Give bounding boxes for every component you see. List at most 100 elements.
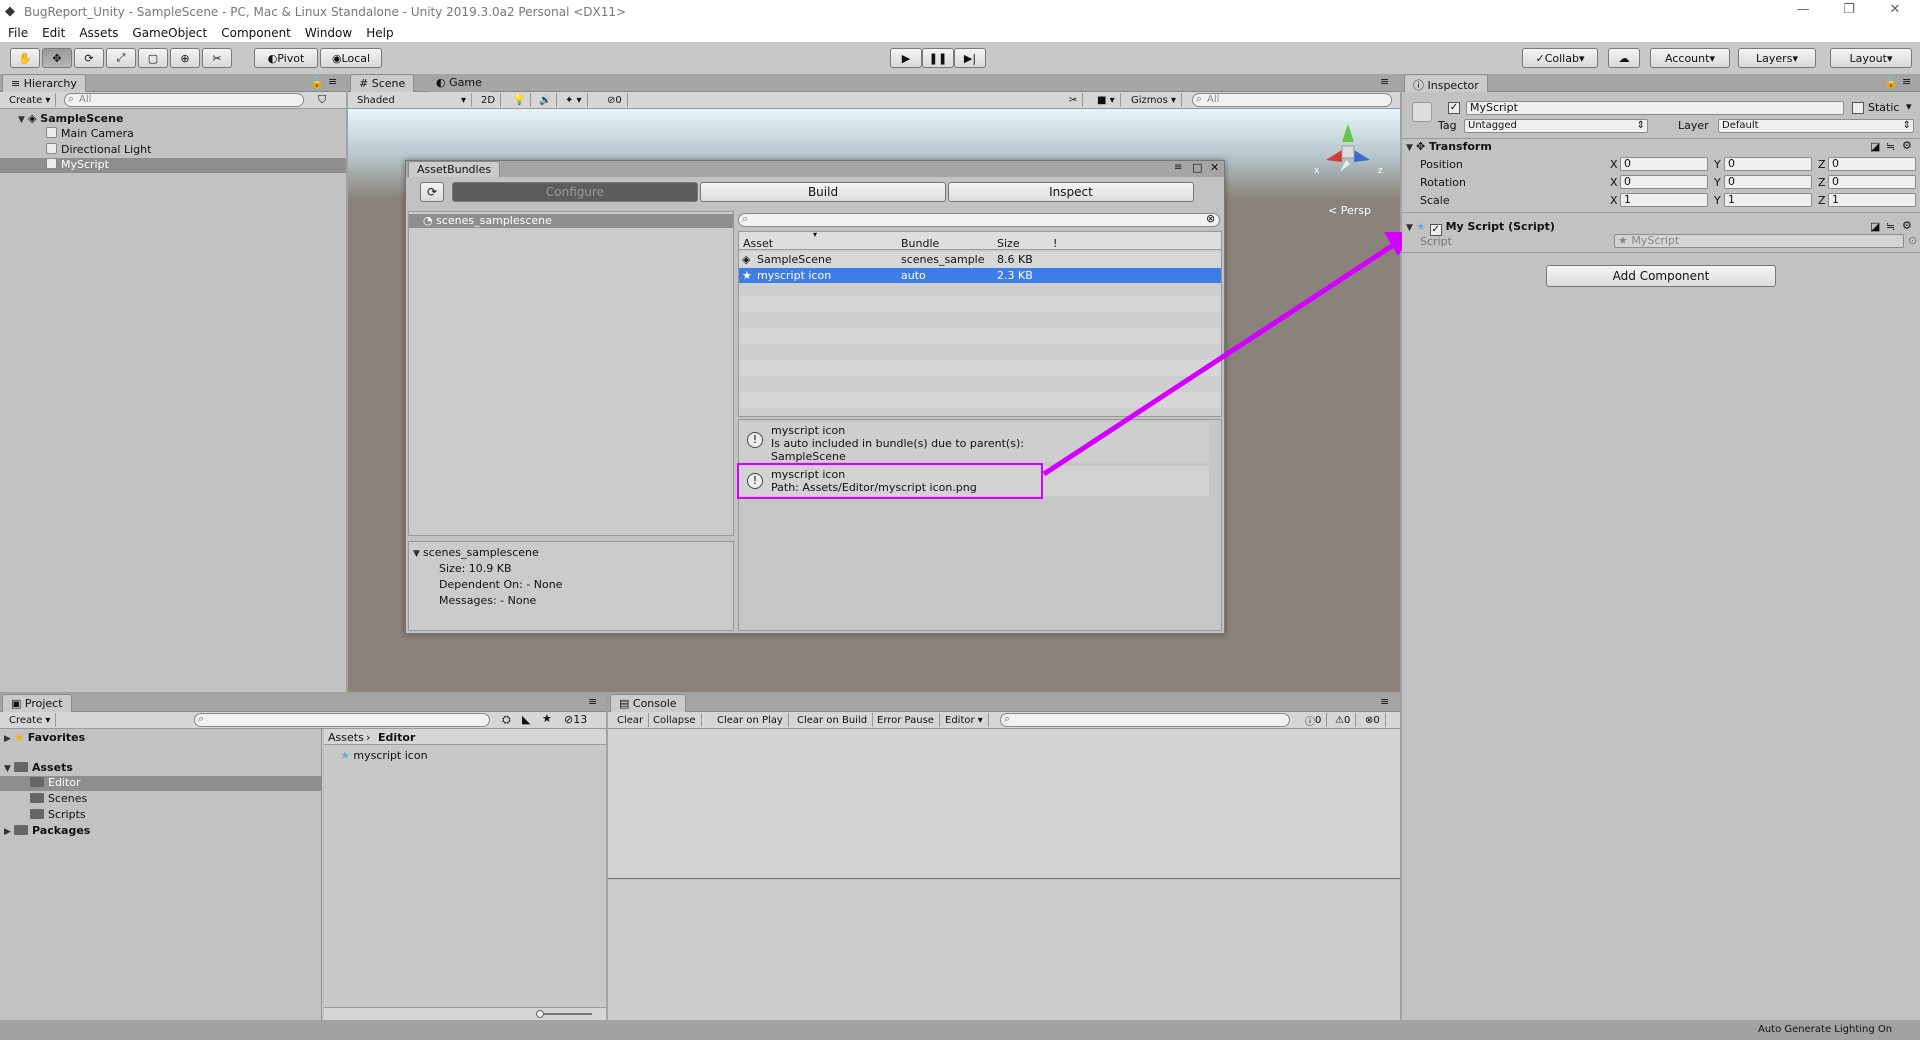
panel-menu-icon[interactable]: ≡ bbox=[588, 695, 597, 708]
project-search-input[interactable] bbox=[194, 712, 490, 727]
zoom-slider-thumb[interactable] bbox=[536, 1010, 544, 1018]
settings-gear-icon[interactable]: ⚙ bbox=[1902, 139, 1912, 152]
scale-x-input[interactable]: 1 bbox=[1620, 193, 1708, 207]
dropdown-arrow-icon[interactable]: ▾ bbox=[1906, 100, 1912, 113]
error-pause-button[interactable]: Error Pause bbox=[872, 713, 940, 727]
clear-on-build-button[interactable]: Clear on Build bbox=[792, 713, 874, 727]
position-z-input[interactable]: 0 bbox=[1828, 157, 1916, 171]
script-star-icon: ★ bbox=[1618, 234, 1632, 247]
scale-y-input[interactable]: 1 bbox=[1724, 193, 1812, 207]
scale-z-input[interactable]: 1 bbox=[1828, 193, 1916, 207]
script-label: Script bbox=[1420, 235, 1452, 248]
script-field: ★ MyScript bbox=[1614, 234, 1904, 248]
x-label: X bbox=[1610, 176, 1618, 189]
rotation-label: Rotation bbox=[1420, 176, 1467, 189]
file-item[interactable]: ★ myscript icon bbox=[340, 749, 428, 762]
tab-console[interactable]: ▤ Console bbox=[610, 694, 686, 712]
layer-label: Layer bbox=[1678, 119, 1709, 132]
tag-label: Tag bbox=[1438, 119, 1457, 132]
info-count[interactable]: ⓘ 0 bbox=[1300, 713, 1328, 728]
expand-arrow-icon: ▼ bbox=[4, 764, 11, 774]
zoom-bar bbox=[324, 1007, 606, 1020]
help-icon[interactable]: ◪ bbox=[1870, 140, 1880, 153]
tree-assets[interactable]: ▼ Assets bbox=[4, 761, 73, 774]
console-toolbar: Clear Collapse Clear on Play Clear on Bu… bbox=[608, 712, 1400, 729]
position-y-input[interactable]: 0 bbox=[1724, 157, 1812, 171]
y-label: Y bbox=[1714, 194, 1721, 207]
collapse-button[interactable]: Collapse bbox=[648, 713, 702, 727]
rotation-x-input[interactable]: 0 bbox=[1620, 175, 1708, 189]
tab-project[interactable]: ▣ Project bbox=[2, 694, 72, 712]
help-icon[interactable]: ◪ bbox=[1870, 220, 1880, 233]
divider bbox=[1402, 252, 1920, 253]
x-label: X bbox=[1610, 158, 1618, 171]
console-icon: ▤ bbox=[619, 697, 633, 710]
zoom-slider[interactable] bbox=[538, 1013, 592, 1015]
folder-icon bbox=[30, 809, 44, 819]
lock-icon[interactable]: 🔒 bbox=[1884, 76, 1898, 89]
warning-icon: ⚠ bbox=[1335, 714, 1344, 726]
position-label: Position bbox=[1420, 158, 1463, 171]
script-star-icon: ★ bbox=[340, 749, 354, 762]
panel-menu-icon[interactable]: ≡ bbox=[1380, 695, 1389, 708]
panel-menu-icon[interactable]: ≡ bbox=[1902, 75, 1911, 88]
favorite-icon[interactable]: ★ bbox=[542, 712, 552, 725]
rotation-z-input[interactable]: 0 bbox=[1828, 175, 1916, 189]
rotation-y-input[interactable]: 0 bbox=[1724, 175, 1812, 189]
object-picker-icon[interactable]: ⊙ bbox=[1908, 234, 1917, 247]
tree-packages[interactable]: ▶ Packages bbox=[4, 824, 90, 837]
breadcrumb-separator-icon: › bbox=[366, 731, 371, 744]
console-panel: ▤ Console ≡ Clear Collapse Clear on Play… bbox=[608, 694, 1400, 1020]
expand-arrow-icon: ▼ bbox=[1406, 223, 1413, 233]
status-text: Auto Generate Lighting On bbox=[1758, 1024, 1893, 1035]
transform-header[interactable]: ▼ ✥ Transform bbox=[1406, 140, 1492, 153]
preset-icon[interactable]: ≒ bbox=[1886, 220, 1895, 233]
layer-dropdown[interactable]: Default ⇕ bbox=[1718, 119, 1914, 133]
error-icon: ⊗ bbox=[1365, 714, 1374, 726]
tab-inspector[interactable]: ⓘ Inspector bbox=[1404, 74, 1488, 92]
breadcrumb-assets[interactable]: Assets bbox=[328, 731, 364, 744]
console-search-input[interactable] bbox=[1000, 712, 1290, 727]
error-count[interactable]: ⊗ 0 bbox=[1360, 713, 1386, 727]
project-panel: ▣ Project ≡ Create ▾ ⛭ ◣ ★ ⊘13 ▶★ Favori… bbox=[0, 694, 606, 1020]
editor-dropdown[interactable]: Editor ▾ bbox=[940, 713, 989, 727]
clear-on-play-button[interactable]: Clear on Play bbox=[712, 713, 789, 727]
warning-count[interactable]: ⚠ 0 bbox=[1330, 713, 1357, 727]
static-label: Static bbox=[1868, 101, 1900, 114]
tree-folder-editor[interactable]: Editor bbox=[0, 776, 322, 791]
inspector-tabbar: ⓘ Inspector 🔒 ≡ bbox=[1402, 74, 1920, 92]
breadcrumb: Assets › Editor bbox=[324, 729, 606, 745]
tree-folder-scenes[interactable]: Scenes bbox=[30, 792, 87, 805]
search-by-type-icon[interactable]: ⛭ bbox=[502, 713, 511, 727]
project-tabbar: ▣ Project ≡ bbox=[0, 694, 606, 712]
status-bar: Auto Generate Lighting On bbox=[0, 1020, 1920, 1040]
create-dropdown[interactable]: Create ▾ bbox=[4, 713, 57, 727]
settings-gear-icon[interactable]: ⚙ bbox=[1902, 219, 1912, 232]
preset-icon[interactable]: ≒ bbox=[1886, 140, 1895, 153]
transform-icon: ✥ bbox=[1416, 140, 1430, 153]
breadcrumb-editor[interactable]: Editor bbox=[378, 731, 415, 744]
tag-dropdown[interactable]: Untagged ⇕ bbox=[1464, 119, 1648, 133]
console-log-list[interactable] bbox=[608, 729, 1400, 879]
dropdown-arrow-icon: ⇕ bbox=[1902, 120, 1911, 131]
hidden-packages[interactable]: ⊘13 bbox=[564, 713, 587, 726]
static-checkbox[interactable] bbox=[1852, 102, 1864, 114]
gameobject-icon bbox=[1412, 102, 1432, 122]
clear-button[interactable]: Clear bbox=[612, 713, 650, 727]
script-component-header[interactable]: ▼ ★ ✓ My Script (Script) bbox=[1406, 220, 1555, 236]
folder-icon bbox=[30, 777, 44, 787]
add-component-button[interactable]: Add Component bbox=[1546, 265, 1776, 287]
tree-favorites[interactable]: ▶ ★ Favorites bbox=[4, 731, 85, 744]
y-label: Y bbox=[1714, 176, 1721, 189]
tree-folder-scripts[interactable]: Scripts bbox=[30, 808, 86, 821]
project-tree: ▶ ★ Favorites ▼ Assets Editor Scenes Scrip… bbox=[0, 729, 322, 1020]
collapsed-arrow-icon: ▶ bbox=[4, 734, 11, 744]
position-x-input[interactable]: 0 bbox=[1620, 157, 1708, 171]
info-icon: ⓘ bbox=[1413, 79, 1428, 92]
star-icon: ★ bbox=[14, 731, 28, 744]
label-icon[interactable]: ◣ bbox=[522, 713, 530, 726]
inspector-panel: ⓘ Inspector 🔒 ≡ ✓ MyScript Static ▾ Tag … bbox=[1402, 74, 1920, 1020]
object-name-input[interactable]: MyScript bbox=[1466, 101, 1844, 115]
scale-label: Scale bbox=[1420, 194, 1450, 207]
active-checkbox[interactable]: ✓ bbox=[1448, 102, 1460, 114]
